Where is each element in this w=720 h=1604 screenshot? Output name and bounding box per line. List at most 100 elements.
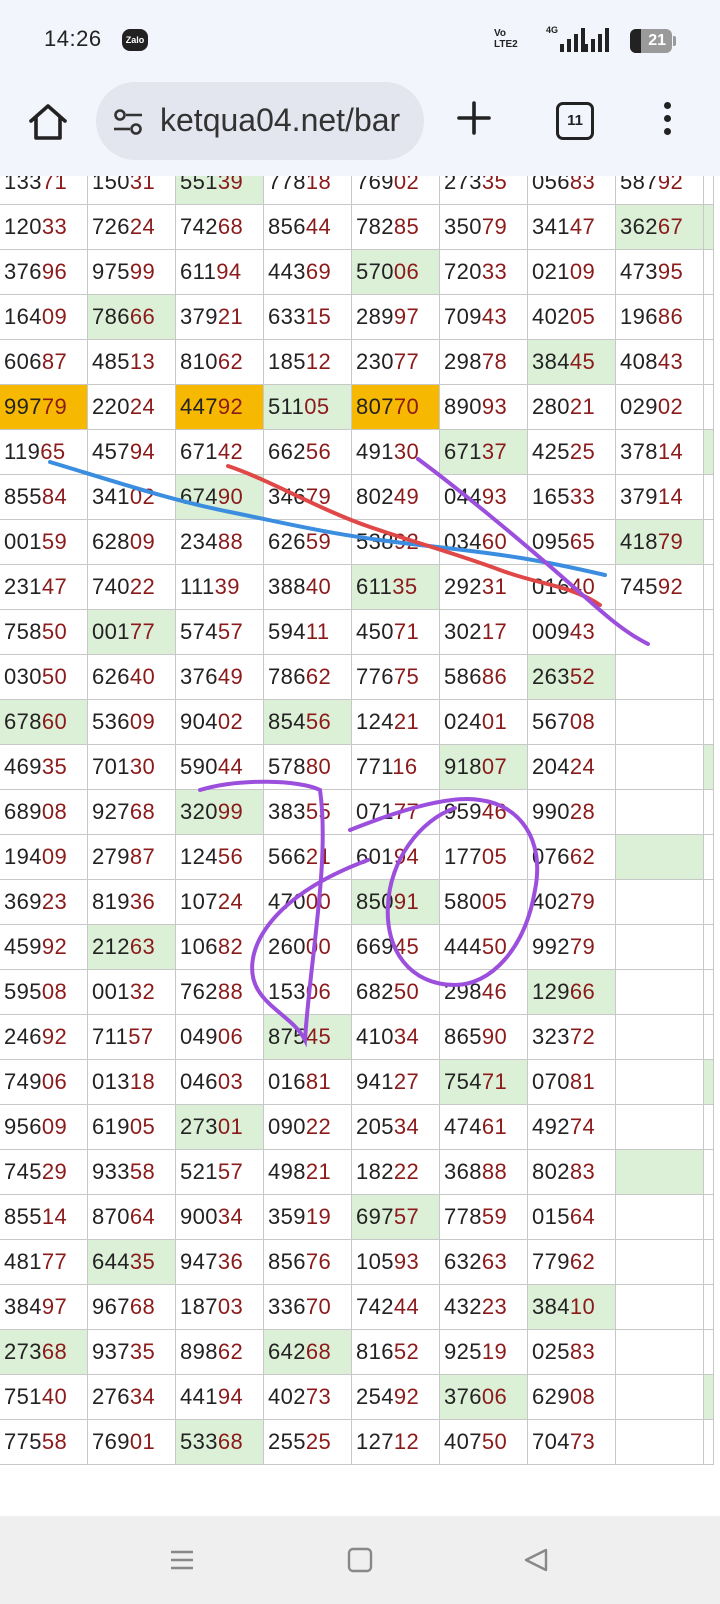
results-table-container[interactable]: 13371 15031 55139 77818 76902 27335 05683 58792… (0, 176, 720, 1516)
result-cell (615, 1374, 704, 1420)
address-bar[interactable]: ketqua04.net/bar (96, 82, 424, 160)
result-cell: 03460 (439, 519, 528, 565)
result-cell: 48177 (0, 1239, 88, 1285)
result-cell: 16409 (0, 294, 88, 340)
result-cell: 28021 (527, 384, 616, 430)
home-square-icon[interactable] (346, 1546, 374, 1574)
result-cell: 47395 (615, 249, 704, 295)
result-cell: 85456 (263, 699, 352, 745)
result-cell: 38497 (0, 1284, 88, 1330)
result-cell: 69757 (351, 1194, 440, 1240)
table-row: 75850 00177 57457 59411 45071 30217 00943 (0, 609, 714, 655)
result-cell: 02401 (439, 699, 528, 745)
result-cell: 44450 (439, 924, 528, 970)
result-cell: 71157 (87, 1014, 176, 1060)
result-cell: 38410 (527, 1284, 616, 1330)
recent-apps-icon[interactable] (168, 1546, 196, 1574)
table-row: 11965 45794 67142 66256 49130 67137 42525 37814 (0, 429, 714, 475)
result-cell: 72033 (439, 249, 528, 295)
result-cell: 26352 (527, 654, 616, 700)
result-cell: 67860 (0, 699, 88, 745)
table-row: 03050 62640 37649 78662 77675 58686 26352 (0, 654, 714, 700)
result-cell: 02902 (615, 384, 704, 430)
table-row: 60687 48513 81062 18512 23077 29878 38445 40843 (0, 339, 714, 385)
result-cell: 52157 (175, 1149, 264, 1195)
result-cell: 12456 (175, 834, 264, 880)
result-cell: 07081 (527, 1059, 616, 1105)
result-cell (615, 969, 704, 1015)
result-cell: 85584 (0, 474, 88, 520)
result-cell: 13371 (0, 176, 88, 205)
result-cell: 74022 (87, 564, 176, 610)
result-cell: 67142 (175, 429, 264, 475)
table-row: 36923 81936 10724 47000 85091 58005 40279 (0, 879, 714, 925)
table-row: 75140 27634 44194 40273 25492 37606 62908 (0, 1374, 714, 1420)
result-cell: 81652 (351, 1329, 440, 1375)
result-cell: 92519 (439, 1329, 528, 1375)
signal-strength-icon (560, 28, 585, 52)
result-cell: 80249 (351, 474, 440, 520)
result-cell: 18512 (263, 339, 352, 385)
result-cell: 01564 (527, 1194, 616, 1240)
result-cell: 94127 (351, 1059, 440, 1105)
table-row: 24692 71157 04906 87545 41034 86590 32372 (0, 1014, 714, 1060)
result-cell: 38355 (263, 789, 352, 835)
result-cell: 74529 (0, 1149, 88, 1195)
result-cell: 12712 (351, 1419, 440, 1465)
table-row: 38497 96768 18703 33670 74244 43223 38410 (0, 1284, 714, 1330)
result-cell: 97599 (87, 249, 176, 295)
result-cell: 58792 (615, 176, 704, 205)
edge-cell (703, 744, 714, 790)
result-cell: 80770 (351, 384, 440, 430)
result-cell: 40843 (615, 339, 704, 385)
result-cell: 75850 (0, 609, 88, 655)
result-cell: 74244 (351, 1284, 440, 1330)
table-row: 59508 00132 76288 15306 68250 29846 12966 (0, 969, 714, 1015)
result-cell: 44194 (175, 1374, 264, 1420)
plus-icon[interactable] (454, 98, 494, 138)
table-row: 46935 70130 59044 57880 77116 91807 20424 (0, 744, 714, 790)
more-vert-icon[interactable] (664, 102, 672, 141)
result-cell: 36888 (439, 1149, 528, 1195)
result-cell: 28997 (351, 294, 440, 340)
result-cell: 62640 (87, 654, 176, 700)
edge-cell (703, 834, 714, 880)
result-cell: 48513 (87, 339, 176, 385)
result-cell: 99279 (527, 924, 616, 970)
browser-toolbar: ketqua04.net/bar 11 (0, 80, 720, 176)
result-cell: 00177 (87, 609, 176, 655)
result-cell: 78662 (263, 654, 352, 700)
result-cell: 53368 (175, 1419, 264, 1465)
result-cell: 35919 (263, 1194, 352, 1240)
result-cell: 37649 (175, 654, 264, 700)
result-cell (615, 699, 704, 745)
result-cell: 17705 (439, 834, 528, 880)
result-cell: 10682 (175, 924, 264, 970)
result-cell: 29231 (439, 564, 528, 610)
result-cell: 77859 (439, 1194, 528, 1240)
home-icon[interactable] (26, 100, 70, 144)
result-cell: 57006 (351, 249, 440, 295)
result-cell: 85676 (263, 1239, 352, 1285)
result-cell: 56708 (527, 699, 616, 745)
result-cell: 77962 (527, 1239, 616, 1285)
result-cell: 56621 (263, 834, 352, 880)
result-cell (615, 1329, 704, 1375)
result-cell: 26000 (263, 924, 352, 970)
result-cell: 86590 (439, 1014, 528, 1060)
result-cell: 87545 (263, 1014, 352, 1060)
result-cell: 85091 (351, 879, 440, 925)
result-cell: 20424 (527, 744, 616, 790)
tab-switcher-icon[interactable]: 11 (556, 102, 594, 140)
back-triangle-icon[interactable] (522, 1546, 550, 1574)
result-cell: 46935 (0, 744, 88, 790)
table-row: 68908 92768 32099 38355 07177 95946 99028 (0, 789, 714, 835)
result-cell: 49274 (527, 1104, 616, 1150)
tune-icon[interactable] (112, 106, 144, 138)
result-cell: 40205 (527, 294, 616, 340)
result-cell: 45071 (351, 609, 440, 655)
result-cell: 89093 (439, 384, 528, 430)
result-cell: 76288 (175, 969, 264, 1015)
result-cell: 44369 (263, 249, 352, 295)
result-cell: 93735 (87, 1329, 176, 1375)
